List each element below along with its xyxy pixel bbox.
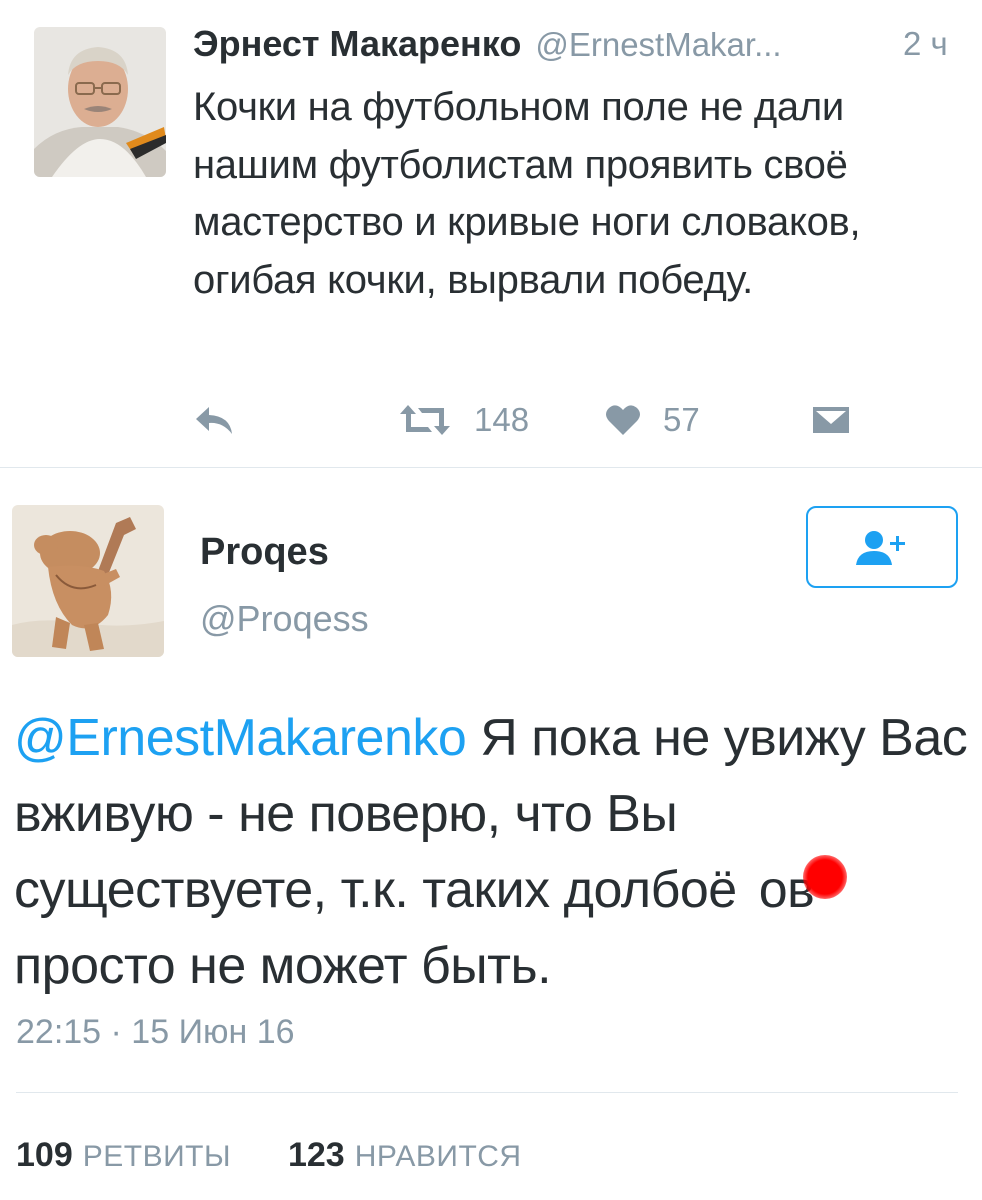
- author-handle[interactable]: @Proqess: [200, 595, 369, 643]
- retweets-label: РЕТВИТЫ: [82, 1140, 232, 1173]
- like-button[interactable]: 57: [605, 395, 700, 445]
- author-name[interactable]: Эрнест Макаренко: [193, 23, 521, 64]
- direct-message-button[interactable]: [812, 395, 850, 445]
- tweet-actions: 148 57: [0, 395, 982, 445]
- like-count: 57: [663, 401, 700, 438]
- mention-link[interactable]: @ErnestMakarenko: [14, 709, 467, 767]
- tweet-timestamp: 22:15 · 15 Июн 16: [16, 1013, 295, 1051]
- divider: [16, 1092, 958, 1093]
- reply-button[interactable]: [193, 395, 235, 445]
- avatar[interactable]: [12, 505, 164, 657]
- reply-to-tweet[interactable]: Эрнест Макаренко @ErnestMakar... 2 ч Коч…: [0, 0, 982, 468]
- likes-stat[interactable]: 123 НРАВИТСЯ: [288, 1136, 522, 1174]
- author-handle[interactable]: @ErnestMakar...: [535, 26, 781, 63]
- censor-dot: [803, 855, 847, 899]
- tweet-header: Эрнест Макаренко @ErnestMakar...: [193, 22, 782, 67]
- avatar-drawing: [12, 505, 164, 657]
- retweet-icon: [400, 405, 450, 435]
- tweet-text: @ErnestMakarenko Я пока не увижу Вас вжи…: [14, 700, 974, 1004]
- divider: [0, 467, 982, 468]
- follow-button[interactable]: [806, 506, 958, 588]
- heart-icon: [606, 405, 640, 435]
- envelope-icon: [813, 407, 849, 433]
- tweet-text: Кочки на футбольном поле не дали нашим ф…: [193, 85, 861, 302]
- likes-label: НРАВИТСЯ: [354, 1140, 522, 1173]
- reply-icon: [196, 407, 232, 434]
- avatar-photo: [34, 27, 166, 177]
- tweet-time[interactable]: 2 ч: [903, 22, 948, 66]
- tweet-stats: 109 РЕТВИТЫ 123 НРАВИТСЯ: [16, 1133, 522, 1179]
- retweets-count: 109: [16, 1136, 73, 1174]
- avatar[interactable]: [34, 27, 166, 177]
- retweet-button[interactable]: 148: [398, 395, 529, 445]
- author-name[interactable]: Proqes: [200, 528, 329, 576]
- add-user-icon: [856, 531, 905, 565]
- likes-count: 123: [287, 1136, 345, 1174]
- retweets-stat[interactable]: 109 РЕТВИТЫ: [16, 1136, 241, 1174]
- retweet-count: 148: [474, 401, 530, 438]
